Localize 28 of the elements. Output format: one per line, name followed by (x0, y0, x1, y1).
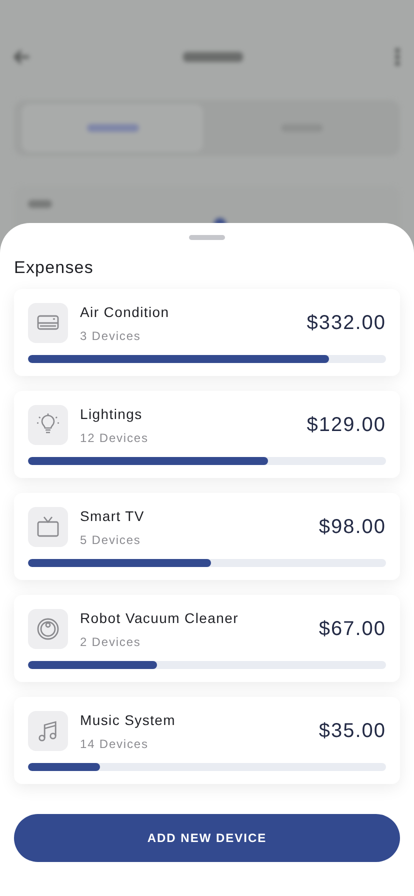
expense-card[interactable]: Music System 14 Devices $35.00 (14, 697, 400, 784)
drag-handle[interactable] (189, 235, 225, 240)
device-name: Smart TV (80, 508, 146, 524)
expense-card[interactable]: Robot Vacuum Cleaner 2 Devices $67.00 (14, 595, 400, 682)
expense-amount: $332.00 (306, 312, 386, 334)
expense-card[interactable]: Lightings 12 Devices $129.00 (14, 391, 400, 478)
tv-icon (36, 515, 60, 539)
expense-amount: $98.00 (318, 516, 386, 538)
more-icon (395, 48, 400, 66)
blurred-title (182, 52, 242, 62)
device-count: 12 Devices (80, 430, 150, 444)
expense-amount: $67.00 (318, 618, 386, 640)
back-arrow-icon (14, 50, 30, 64)
device-count: 14 Devices (80, 736, 150, 750)
device-count: 5 Devices (80, 532, 142, 546)
expense-amount: $129.00 (306, 414, 386, 436)
device-name: Air Condition (80, 304, 170, 320)
expense-card[interactable]: Air Condition 3 Devices $332.00 (14, 289, 400, 376)
device-name: Robot Vacuum Cleaner (80, 610, 240, 626)
sheet-title: Expenses (14, 258, 94, 278)
robot-vacuum-icon (36, 617, 60, 641)
device-name: Lightings (80, 406, 144, 422)
device-name: Music System (80, 712, 177, 728)
device-count: 3 Devices (80, 328, 142, 342)
add-device-button[interactable]: ADD NEW DEVICE (14, 814, 400, 862)
expense-amount: $35.00 (318, 720, 386, 742)
expense-card[interactable]: Smart TV 5 Devices $98.00 (14, 493, 400, 580)
device-count: 2 Devices (80, 634, 142, 648)
